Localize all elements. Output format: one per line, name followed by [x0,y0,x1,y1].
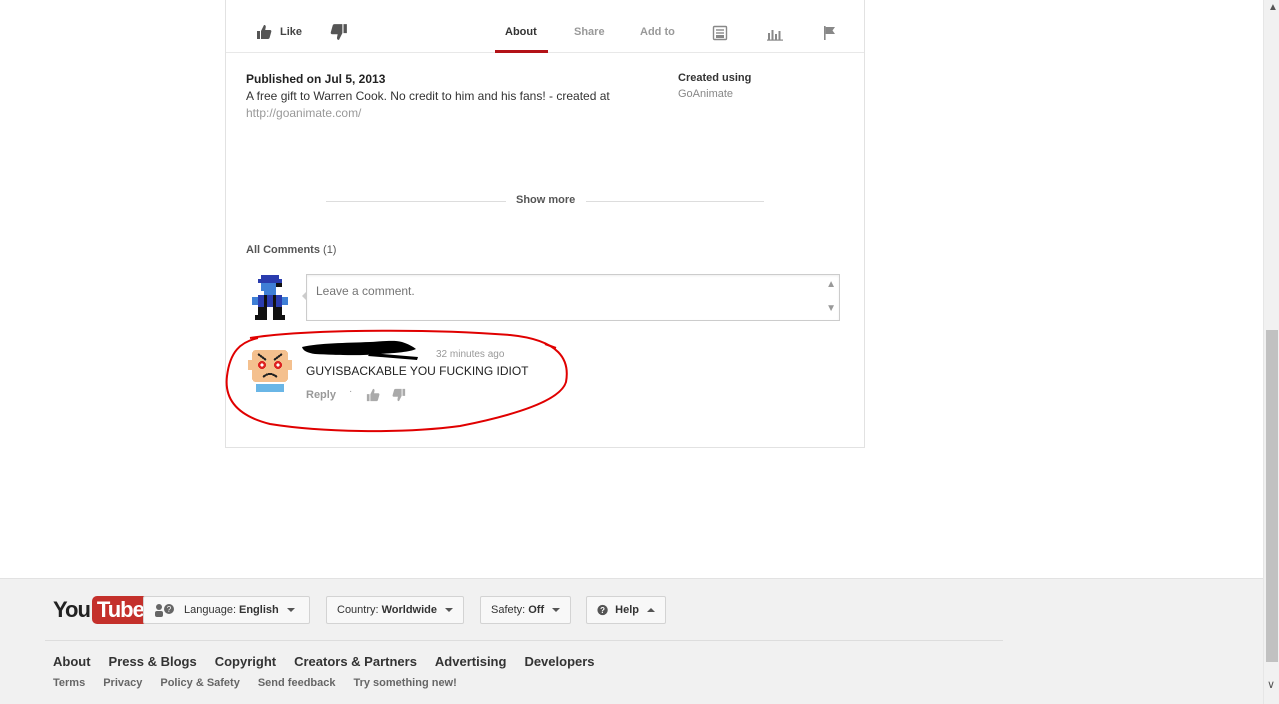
flag-icon[interactable] [822,25,838,41]
dropdown-caret-icon [552,608,561,612]
comment-input[interactable] [307,275,839,320]
footer-sublinks: Terms Privacy Policy & Safety Send feedb… [53,677,457,689]
reply-button[interactable]: Reply [306,389,336,401]
comment-timestamp: 32 minutes ago [436,349,505,360]
svg-text:?: ? [167,605,172,614]
comment-input-box[interactable]: ▲ ▼ [306,274,840,321]
svg-text:?: ? [600,606,605,615]
divider [326,201,506,202]
created-using: Created using GoAnimate [678,72,751,100]
thumbs-up-icon [257,25,272,39]
chevron-down-icon[interactable]: ▼ [826,303,836,314]
footer-links: About Press & Blogs Copyright Creators &… [53,654,595,669]
tab-add-to[interactable]: Add to [640,26,675,38]
footer-link-about[interactable]: About [53,654,91,669]
footer-link-developers[interactable]: Developers [524,654,594,669]
active-tab-indicator [495,50,548,53]
description-link[interactable]: http://goanimate.com/ [246,106,361,120]
show-more-button[interactable]: Show more [516,194,575,206]
footer-link-privacy[interactable]: Privacy [103,677,142,689]
comments-heading: All Comments (1) [246,244,337,256]
footer: You Tube ? Language: English Country: Wo… [0,578,1263,704]
footer-link-try-something-new[interactable]: Try something new! [353,677,456,689]
created-using-link[interactable]: GoAnimate [678,88,751,100]
like-button[interactable]: Like [256,22,302,42]
comment-text: GUYISBACKABLE YOU FUCKING IDIOT [306,364,529,378]
commenter-avatar[interactable] [246,346,294,394]
description-text: A free gift to Warren Cook. No credit to… [246,89,610,120]
footer-link-policy-safety[interactable]: Policy & Safety [160,677,239,689]
language-button[interactable]: ? Language: English [143,596,310,624]
transcript-icon[interactable] [712,25,728,41]
published-date: Published on Jul 5, 2013 [246,72,386,86]
chevron-up-icon [647,608,655,612]
chevron-up-icon[interactable]: ▲ [1268,3,1278,13]
safety-button[interactable]: Safety: Off [480,596,571,624]
help-button[interactable]: ? Help [586,596,666,624]
footer-link-advertising[interactable]: Advertising [435,654,507,669]
youtube-logo[interactable]: You Tube [53,596,149,624]
dropdown-caret-icon [286,608,295,612]
thumbs-up-icon[interactable] [366,388,380,402]
footer-link-press-blogs[interactable]: Press & Blogs [109,654,197,669]
tab-share[interactable]: Share [574,26,605,38]
footer-link-terms[interactable]: Terms [53,677,85,689]
footer-link-copyright[interactable]: Copyright [215,654,276,669]
video-info-card: Like About Share Add to Published on Jul [225,0,865,448]
help-icon: ? [597,604,608,616]
action-bar: Like About Share Add to [226,0,864,53]
chevron-down-icon[interactable]: ∨ [1267,678,1275,691]
dropdown-caret-icon [445,608,453,612]
created-using-label: Created using [678,72,752,84]
divider [586,201,764,202]
thumbs-down-icon[interactable] [392,388,406,402]
tab-about[interactable]: About [505,26,537,38]
chevron-up-icon[interactable]: ▲ [826,279,836,290]
description: Published on Jul 5, 2013 A free gift to … [246,72,646,122]
country-button[interactable]: Country: Worldwide [326,596,464,624]
user-avatar[interactable] [246,273,294,321]
separator-dot: · [349,386,353,397]
footer-link-creators-partners[interactable]: Creators & Partners [294,654,417,669]
scrollbar-thumb[interactable] [1266,330,1278,662]
redacted-author-name [302,340,418,360]
statistics-icon[interactable] [767,25,783,41]
language-icon: ? [155,604,174,617]
footer-link-send-feedback[interactable]: Send feedback [258,677,336,689]
footer-divider [45,640,1003,641]
thumbs-down-icon[interactable] [330,23,348,41]
page-scrollbar[interactable]: ▲ ∨ [1263,0,1279,704]
like-label: Like [280,26,303,38]
